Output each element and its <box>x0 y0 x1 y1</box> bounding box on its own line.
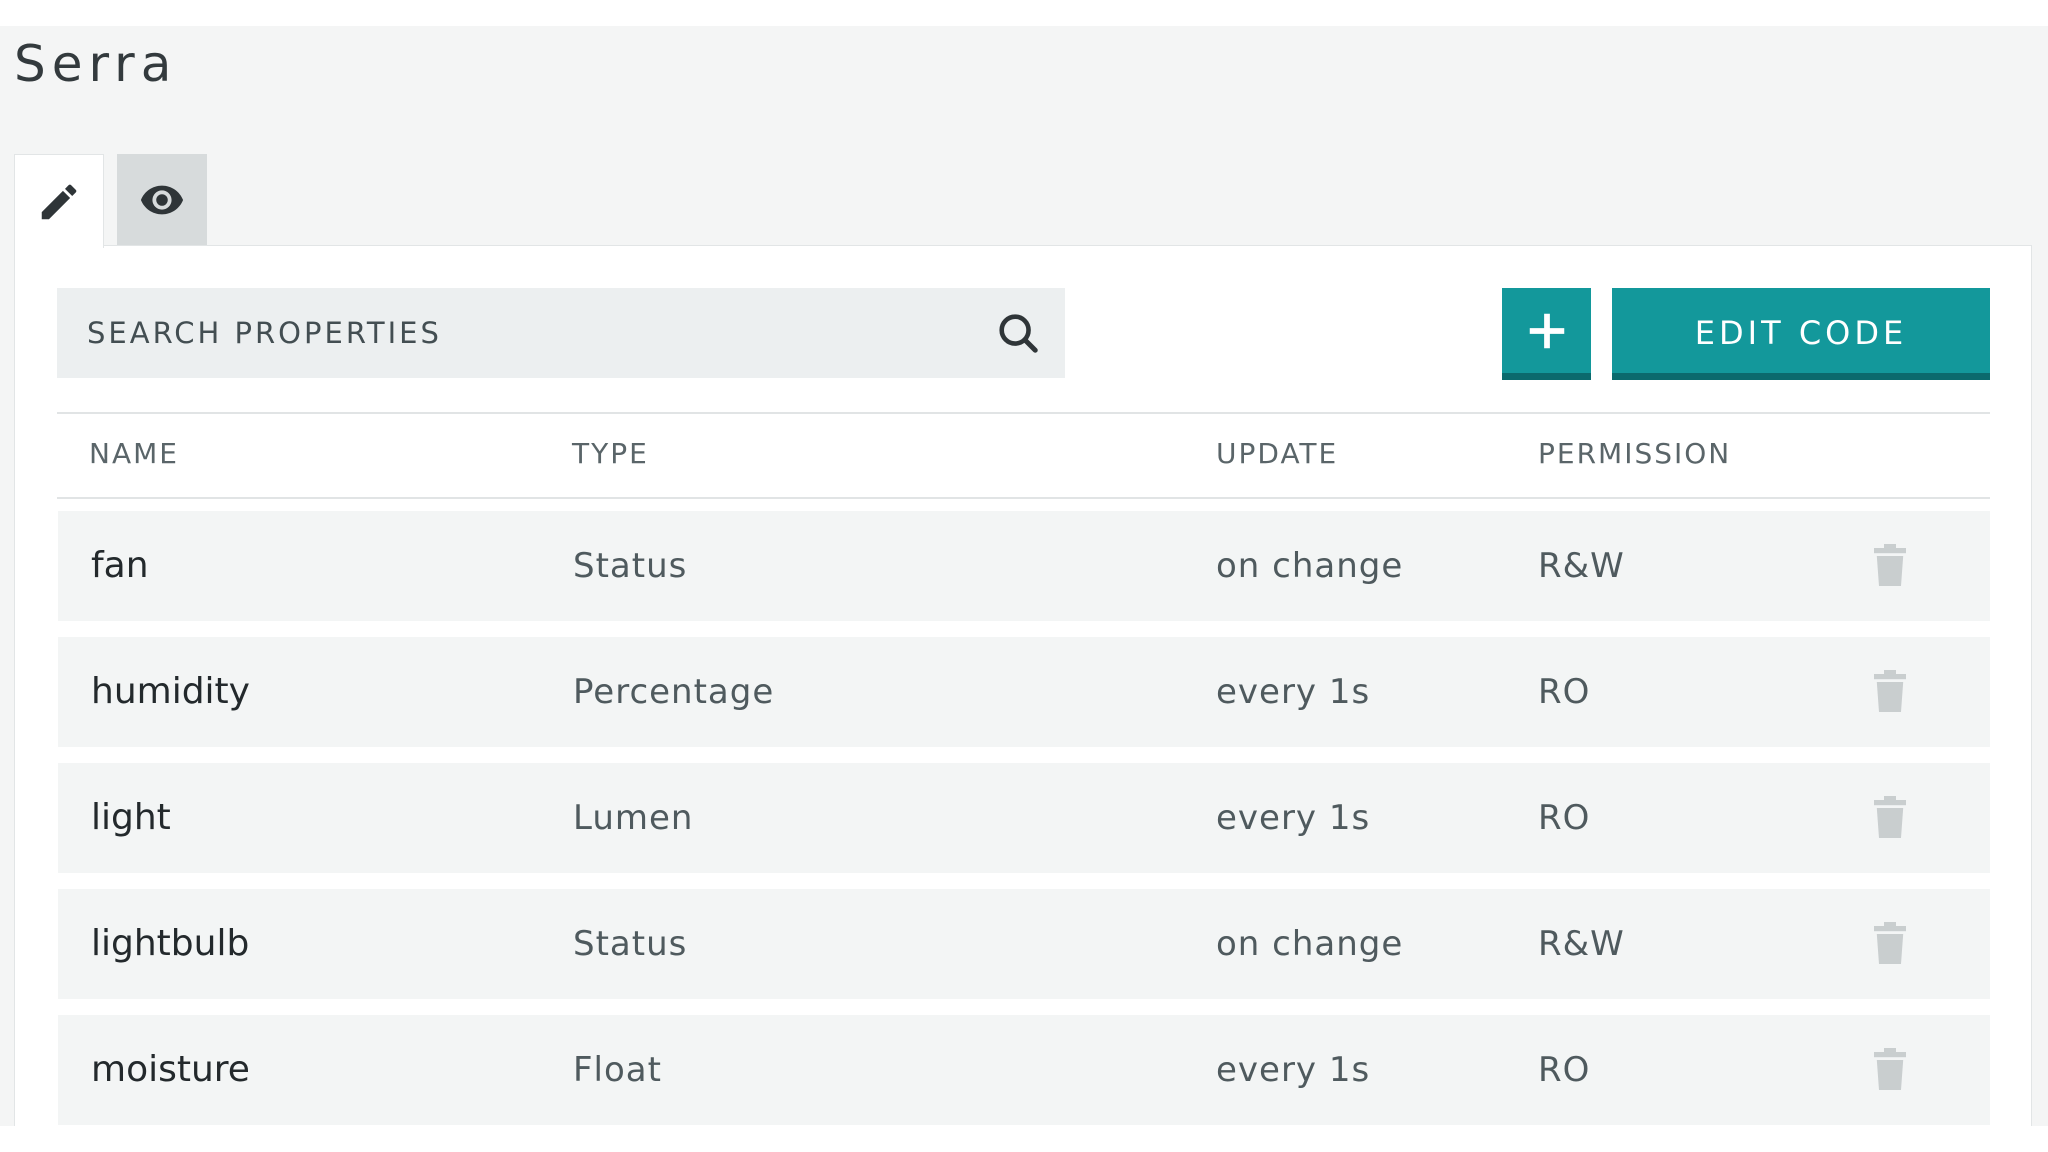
trash-icon[interactable] <box>1874 922 1906 964</box>
property-update: on change <box>1216 924 1404 964</box>
table-row[interactable]: lightbulb Status on change R&W <box>58 889 1990 999</box>
table-header-divider <box>57 497 1990 499</box>
table-row[interactable]: humidity Percentage every 1s RO <box>58 637 1990 747</box>
column-header-update[interactable]: UPDATE <box>1216 436 1338 472</box>
column-header-name[interactable]: NAME <box>89 436 179 472</box>
page-title: Serra <box>14 35 178 93</box>
column-header-permission[interactable]: PERMISSION <box>1538 436 1731 472</box>
property-permission: RO <box>1538 672 1591 712</box>
property-permission: R&W <box>1538 546 1625 586</box>
column-header-type[interactable]: TYPE <box>572 436 649 472</box>
table-row[interactable]: fan Status on change R&W <box>58 511 1990 621</box>
trash-icon[interactable] <box>1874 670 1906 712</box>
table-row[interactable]: moisture Float every 1s RO <box>58 1015 1990 1125</box>
add-property-button[interactable] <box>1502 288 1591 380</box>
property-name: lightbulb <box>91 923 250 964</box>
property-type: Float <box>573 1050 662 1090</box>
property-name: humidity <box>91 671 250 712</box>
eye-icon <box>140 185 184 215</box>
property-name: fan <box>91 545 149 586</box>
property-type: Status <box>573 924 688 964</box>
table-top-divider <box>57 412 1990 414</box>
pencil-icon <box>41 184 77 219</box>
trash-icon[interactable] <box>1874 796 1906 838</box>
trash-icon[interactable] <box>1874 544 1906 586</box>
property-type: Status <box>573 546 688 586</box>
edit-code-button[interactable]: EDIT CODE <box>1612 288 1990 380</box>
bottom-strip <box>0 1126 2048 1152</box>
property-name: light <box>91 797 171 838</box>
top-strip <box>0 0 2048 26</box>
property-update: every 1s <box>1216 798 1371 838</box>
property-name: moisture <box>91 1049 250 1090</box>
property-update: every 1s <box>1216 1050 1371 1090</box>
trash-icon[interactable] <box>1874 1048 1906 1090</box>
search-icon[interactable] <box>995 310 1041 356</box>
tab-preview[interactable] <box>117 154 207 246</box>
search-box <box>57 287 1065 379</box>
table-row[interactable]: light Lumen every 1s RO <box>58 763 1990 873</box>
property-type: Lumen <box>573 798 694 838</box>
property-type: Percentage <box>573 672 775 712</box>
property-update: on change <box>1216 546 1404 586</box>
property-permission: R&W <box>1538 924 1625 964</box>
search-input[interactable] <box>57 287 989 379</box>
property-permission: RO <box>1538 798 1591 838</box>
property-permission: RO <box>1538 1050 1591 1090</box>
plus-icon <box>1529 313 1564 348</box>
property-update: every 1s <box>1216 672 1371 712</box>
tab-edit[interactable] <box>14 154 104 248</box>
